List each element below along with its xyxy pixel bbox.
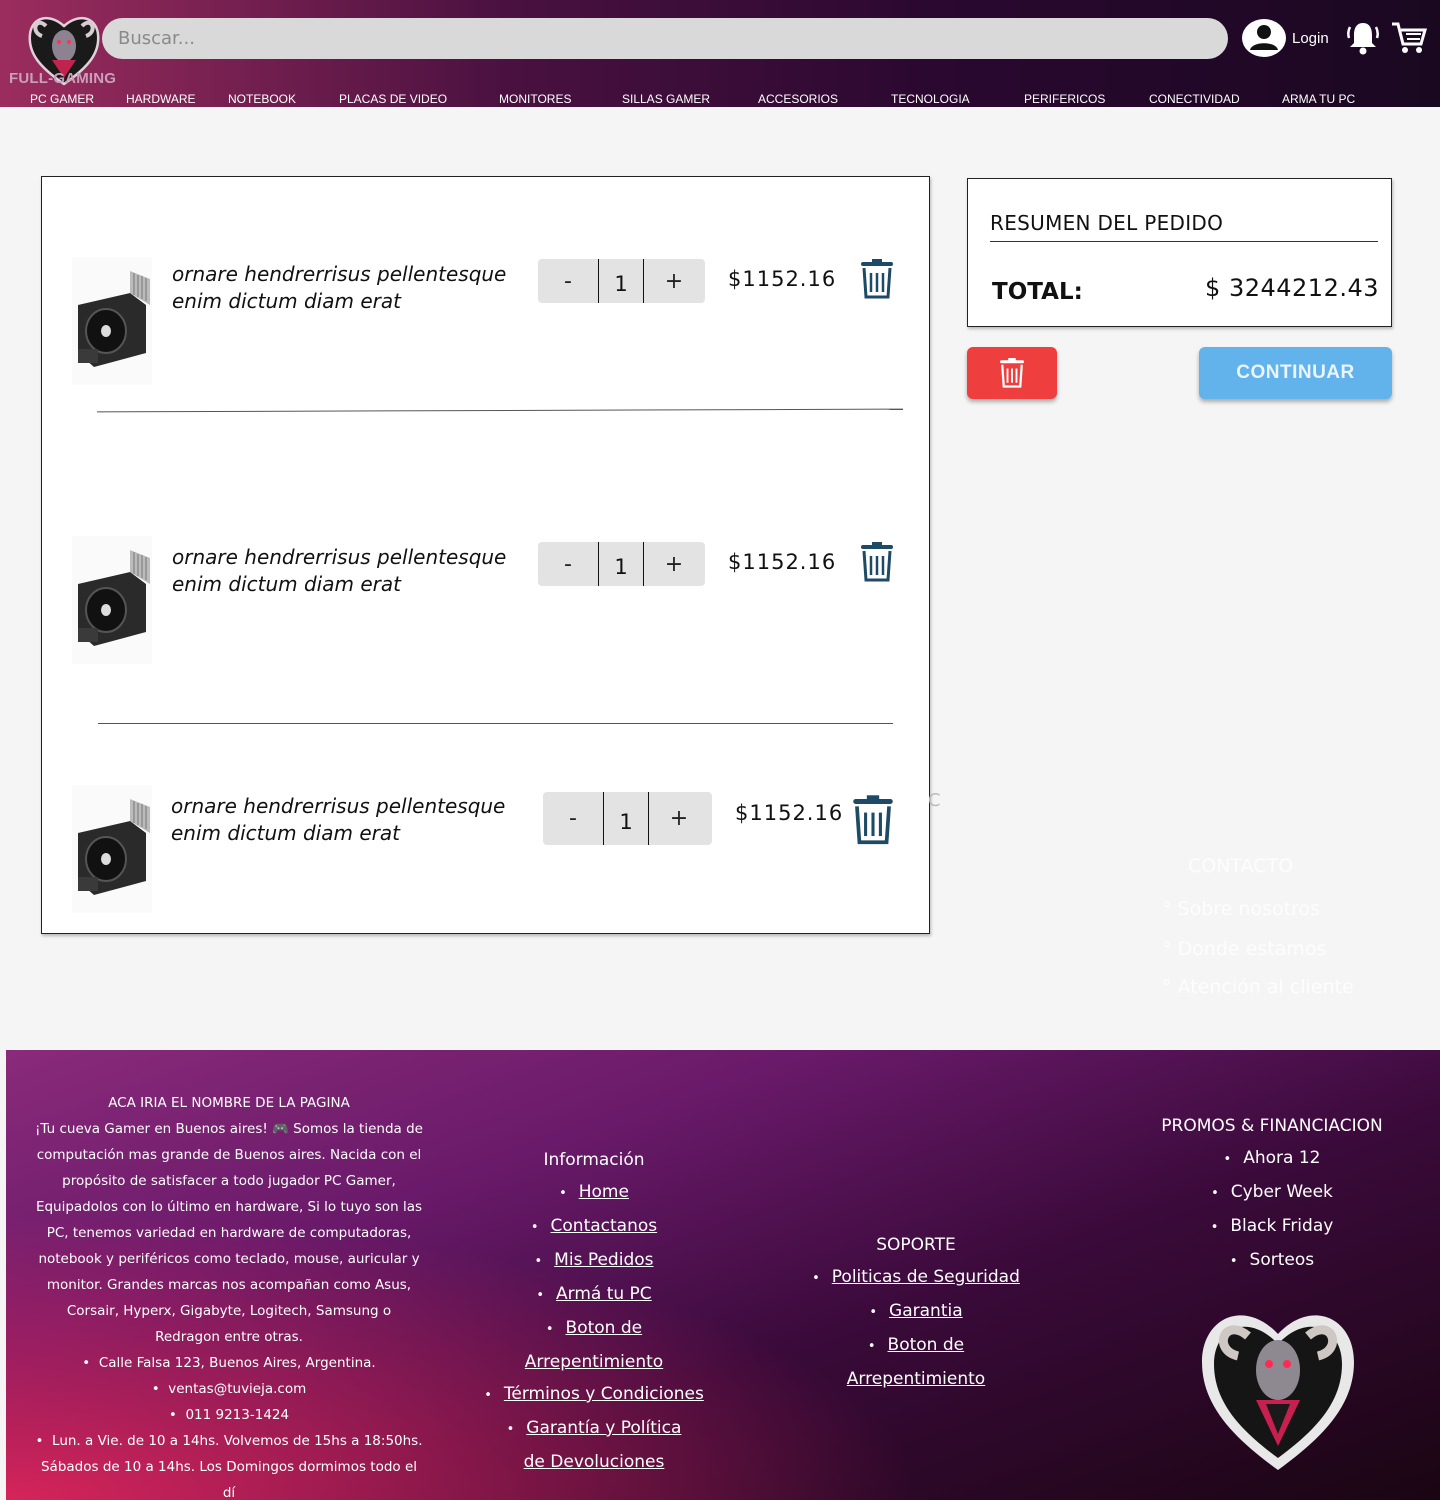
promo-item: Cyber Week [1152, 1176, 1392, 1210]
brand-name: FULL-GAMING [9, 70, 117, 87]
trash-icon[interactable] [860, 542, 894, 582]
summary-divider [990, 241, 1378, 242]
about-text: ¡Tu cueva Gamer en Buenos aires! 🎮 Somos… [35, 1121, 423, 1345]
product-name: ornare hendrerrisus pellentesque enim di… [172, 545, 507, 596]
trash-icon[interactable] [852, 795, 894, 845]
order-summary: RESUMEN DEL PEDIDO TOTAL: $ 3244212.43 [967, 178, 1392, 327]
quantity-stepper: - 1 + [538, 542, 705, 586]
login-label: Login [1292, 29, 1329, 47]
promo-item: Sorteos [1152, 1244, 1392, 1278]
summary-title: RESUMEN DEL PEDIDO [990, 211, 1224, 235]
footer-link-politicas-seguridad[interactable]: Politicas de Seguridad [832, 1267, 1020, 1287]
clear-cart-button[interactable] [967, 347, 1057, 399]
footer-support-column: SOPORTE Politicas de Seguridad Garantia … [796, 1229, 1036, 1395]
decrease-quantity-button[interactable]: - [538, 269, 598, 294]
bell-icon[interactable] [1346, 19, 1380, 55]
nav-item-conectividad[interactable]: CONECTIVIDAD [1149, 92, 1240, 106]
contact-link[interactable]: ° Sobre nosotros [1162, 898, 1320, 920]
cart-item: ornare hendrerrisus pellentesque enim di… [42, 536, 931, 676]
nav-item-accesorios[interactable]: ACCESORIOS [758, 92, 838, 106]
footer-link-terminos[interactable]: Términos y Condiciones [504, 1384, 704, 1404]
item-divider [97, 408, 903, 413]
stray-character: C [928, 790, 941, 811]
category-nav: PC GAMER HARDWARE NOTEBOOK PLACAS DE VID… [0, 91, 1440, 107]
nav-item-pc-gamer[interactable]: PC GAMER [30, 92, 94, 106]
contact-link[interactable]: ° Donde estamos [1162, 938, 1326, 960]
product-name: ornare hendrerrisus pellentesque enim di… [171, 794, 506, 845]
footer-link-garantia[interactable]: Garantia [889, 1301, 963, 1321]
total-value: $ 3244212.43 [1205, 274, 1379, 302]
address: • Calle Falsa 123, Buenos Aires, Argenti… [82, 1355, 376, 1371]
footer-link-boton-arrepentimiento[interactable]: Boton de Arrepentimiento [847, 1335, 985, 1389]
product-name: ornare hendrerrisus pellentesque enim di… [172, 262, 507, 313]
footer-link-mis-pedidos[interactable]: Mis Pedidos [554, 1250, 653, 1270]
quantity-stepper: - 1 + [543, 792, 712, 845]
opening-hours: • Lun. a Vie. de 10 a 14hs. Volvemos de … [35, 1433, 423, 1500]
cart-icon[interactable] [1390, 18, 1428, 56]
product-price: $1152.16 [728, 550, 837, 574]
footer-promos-column: PROMOS & FINANCIACION Ahora 12 Cyber Wee… [1152, 1110, 1392, 1278]
decrease-quantity-button[interactable]: - [543, 806, 603, 831]
continue-button[interactable]: CONTINUAR [1199, 347, 1392, 399]
search-input[interactable] [102, 18, 1228, 59]
footer-about: ACA IRIA EL NOMBRE DE LA PAGINA ¡Tu cuev… [34, 1090, 424, 1500]
info-title: Información [543, 1150, 645, 1170]
footer-link-home[interactable]: Home [579, 1182, 629, 1202]
quantity-value[interactable]: 1 [598, 259, 644, 303]
user-icon [1242, 19, 1286, 57]
graphics-card-image [72, 785, 152, 913]
header: FULL-GAMING Login PC GAMER HARDWARE NOTE… [0, 0, 1440, 107]
increase-quantity-button[interactable]: + [649, 806, 709, 831]
cart-item: ornare hendrerrisus pellentesque enim di… [42, 253, 931, 393]
footer-link-contactanos[interactable]: Contactanos [551, 1216, 658, 1236]
increase-quantity-button[interactable]: + [644, 269, 704, 294]
item-divider [98, 723, 893, 724]
quantity-stepper: - 1 + [538, 259, 705, 303]
cart-items-panel: ornare hendrerrisus pellentesque enim di… [41, 176, 930, 934]
nav-item-hardware[interactable]: HARDWARE [126, 92, 196, 106]
total-label: TOTAL: [992, 279, 1083, 305]
phone: • 011 9213-1424 [168, 1407, 290, 1423]
trash-icon [1000, 358, 1024, 388]
promo-item: Black Friday [1152, 1210, 1392, 1244]
support-title: SOPORTE [876, 1235, 956, 1255]
footer: ACA IRIA EL NOMBRE DE LA PAGINA ¡Tu cuev… [6, 1050, 1440, 1500]
nav-item-notebook[interactable]: NOTEBOOK [228, 92, 296, 106]
login-button[interactable]: Login [1242, 19, 1329, 57]
footer-info-column: Información Home Contactanos Mis Pedidos… [474, 1144, 714, 1478]
about-title: ACA IRIA EL NOMBRE DE LA PAGINA [108, 1095, 350, 1111]
quantity-value[interactable]: 1 [603, 792, 649, 845]
nav-item-arma-tu-pc[interactable]: ARMA TU PC [1282, 92, 1355, 106]
nav-item-placas-de-video[interactable]: PLACAS DE VIDEO [339, 92, 447, 106]
footer-link-arma-tu-pc[interactable]: Armá tu PC [556, 1284, 652, 1304]
increase-quantity-button[interactable]: + [644, 552, 704, 577]
promos-title: PROMOS & FINANCIACION [1161, 1116, 1383, 1136]
promo-item: Ahora 12 [1152, 1142, 1392, 1176]
quantity-value[interactable]: 1 [598, 542, 644, 586]
cart-item: ornare hendrerrisus pellentesque enim di… [42, 785, 931, 925]
nav-item-monitores[interactable]: MONITORES [499, 92, 571, 106]
graphics-card-image [72, 257, 152, 385]
trash-icon[interactable] [860, 259, 894, 299]
footer-link-garantia-devoluciones[interactable]: Garantía y Política de Devoluciones [524, 1418, 682, 1472]
product-price: $1152.16 [735, 801, 844, 825]
nav-item-sillas-gamer[interactable]: SILLAS GAMER [622, 92, 710, 106]
ram-heart-logo [1202, 1315, 1354, 1470]
contact-link[interactable]: ° Atención al cliente [1162, 976, 1354, 998]
decrease-quantity-button[interactable]: - [538, 552, 598, 577]
nav-item-tecnologia[interactable]: TECNOLOGIA [891, 92, 970, 106]
email: • ventas@tuvieja.com [151, 1381, 307, 1397]
contact-title: CONTACTO [1188, 855, 1294, 877]
product-price: $1152.16 [728, 267, 837, 291]
footer-link-arrepentimiento[interactable]: Boton de Arrepentimiento [525, 1318, 663, 1372]
nav-item-perifericos[interactable]: PERIFERICOS [1024, 92, 1105, 106]
graphics-card-image [72, 536, 152, 664]
